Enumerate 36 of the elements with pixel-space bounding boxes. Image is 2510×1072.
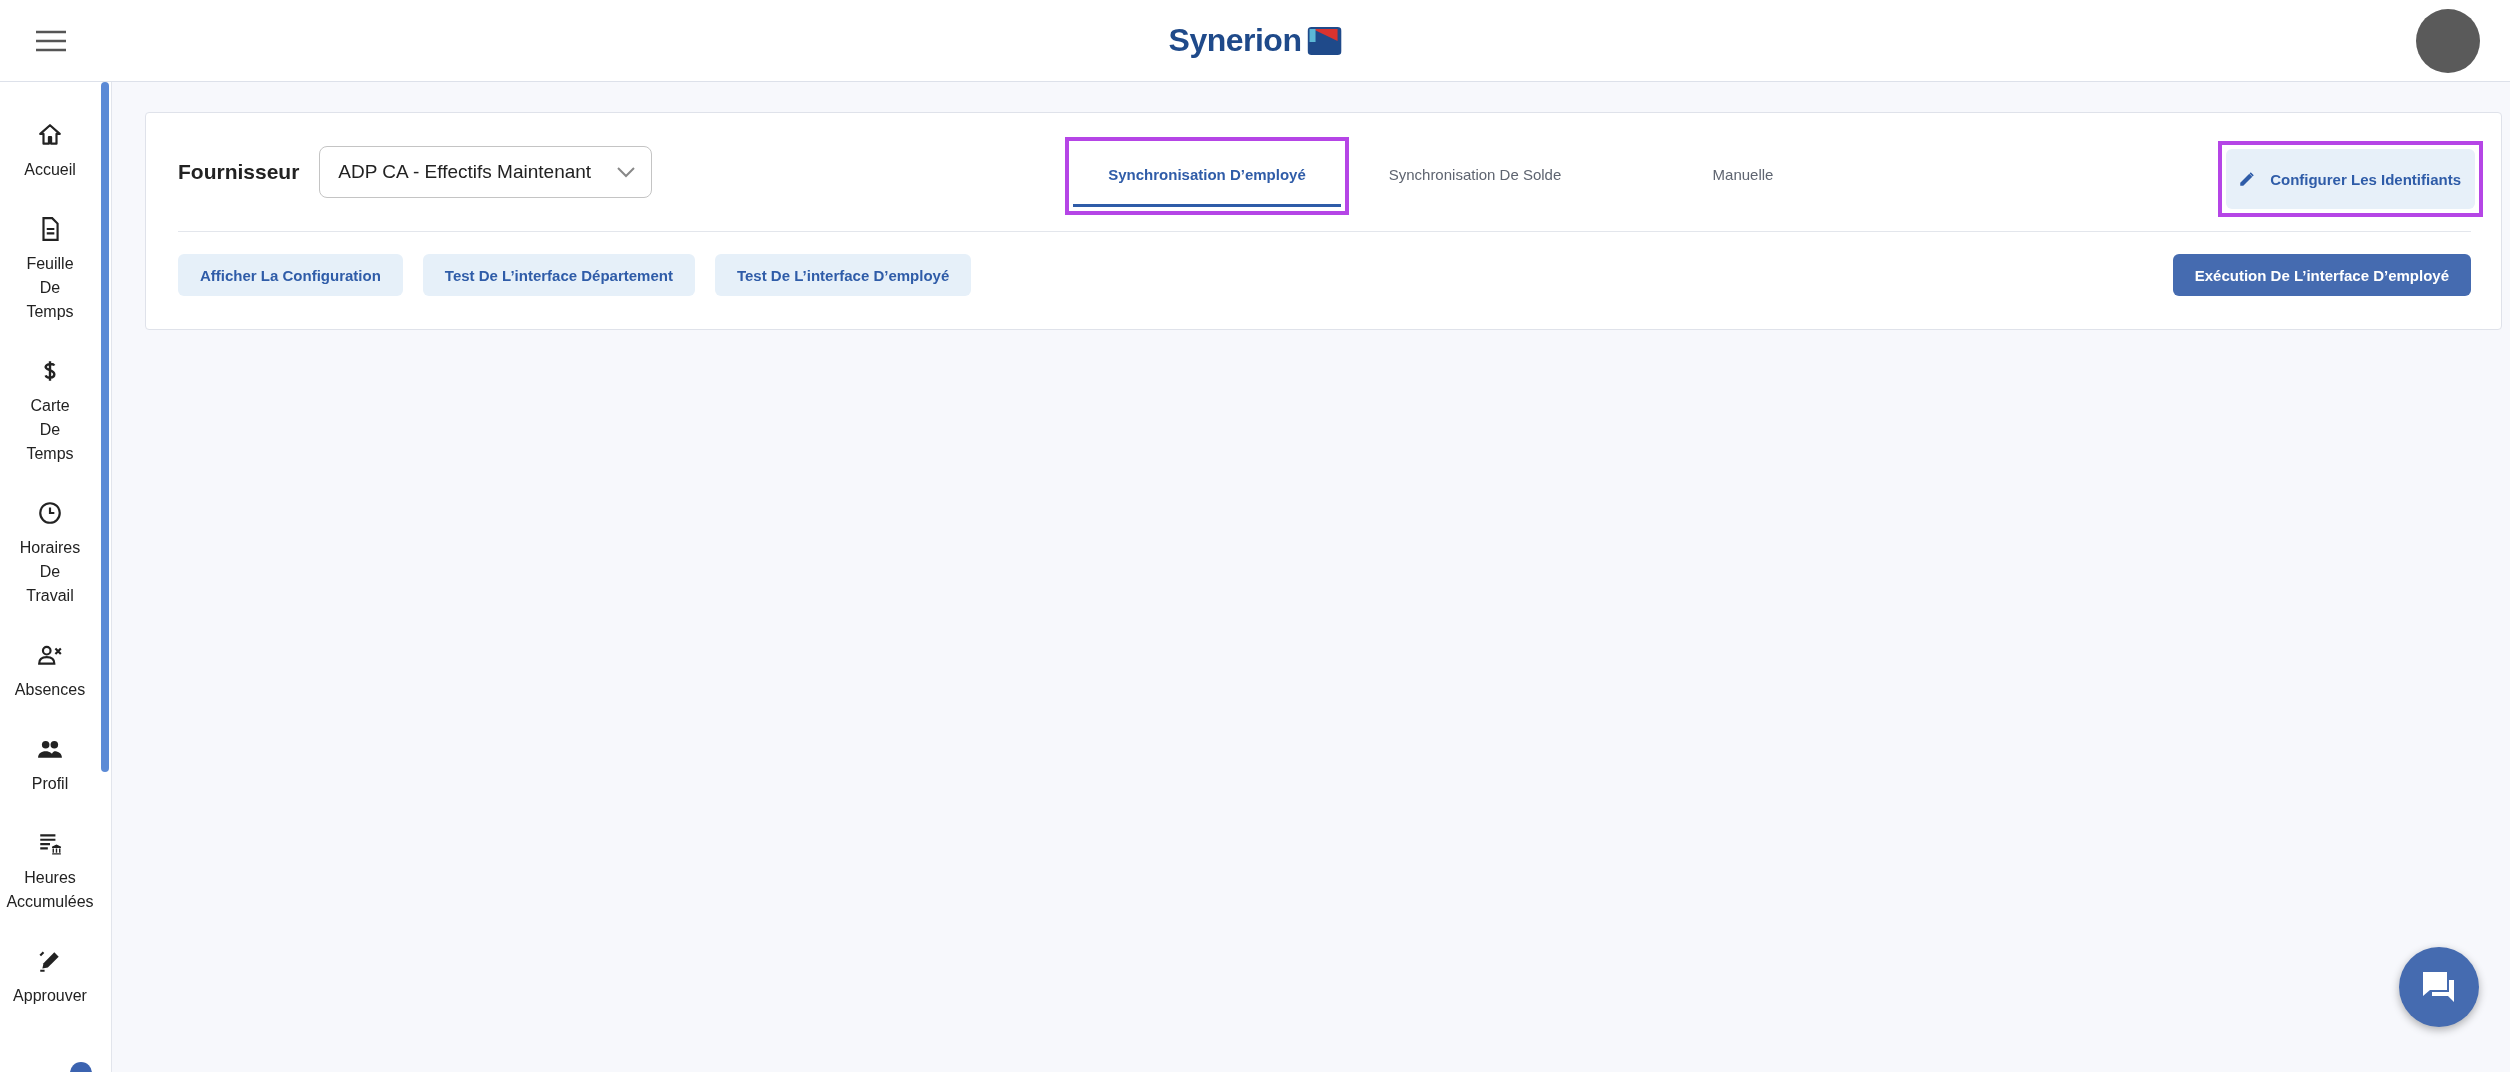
sidebar-label: Heures Accumulées (6, 868, 94, 912)
sidebar-item[interactable]: Absences (2, 642, 98, 702)
sidebar-label: Absences (14, 680, 86, 700)
sidebar-item[interactable]: Heures Accumulées (2, 830, 98, 914)
action-button[interactable]: Afficher La Configuration (178, 254, 403, 296)
action-button[interactable]: Test De L’interface D’employé (714, 254, 972, 296)
sidebar-item[interactable]: Carte De Temps (2, 358, 98, 466)
chat-icon (2421, 970, 2457, 1004)
field-label: Fournisseur (178, 160, 300, 184)
chat-button[interactable] (2399, 947, 2479, 1027)
sidebar-item[interactable]: Accueil (2, 122, 98, 182)
run-button[interactable]: Exécution De L’interface D’employé (2172, 254, 2471, 296)
chevron-down-icon (617, 166, 636, 178)
sidebar-item[interactable]: Horaires De Travail (2, 500, 98, 608)
tab[interactable]: Manuelle (1609, 145, 1877, 207)
sidebar-label: Horaires De Travail (19, 538, 81, 606)
sidebar-item[interactable]: Feuille De Temps (2, 216, 98, 324)
tab[interactable]: Synchronisation De Solde (1341, 145, 1609, 207)
logo-icon (1307, 26, 1342, 55)
clock-icon (37, 500, 63, 526)
scrollbar-thumb[interactable] (101, 82, 109, 772)
pencil-icon (2238, 170, 2257, 188)
sidebar-item[interactable]: Approuver (2, 948, 98, 1008)
sidebar-label: Accueil (24, 160, 76, 180)
sidebar-label: Carte De Temps (26, 396, 74, 464)
action-button[interactable]: Test De L’interface Département (422, 254, 695, 296)
menu-icon (36, 29, 66, 52)
home-icon (37, 122, 63, 148)
sidebar-label: Profil (31, 774, 69, 794)
sidebar-label: Approuver (13, 986, 87, 1006)
sidebar-label: Feuille De Temps (26, 254, 74, 322)
brand-logo: Synerion (1168, 22, 1302, 59)
provider-select[interactable]: ADP CA - Effectifs Maintenant (319, 146, 653, 198)
tab[interactable]: Synchronisation D’employé (1073, 145, 1341, 207)
configure-button[interactable]: Configurer Les Identifiants (2226, 149, 2475, 209)
sidebar-item[interactable]: Profil (2, 736, 98, 796)
